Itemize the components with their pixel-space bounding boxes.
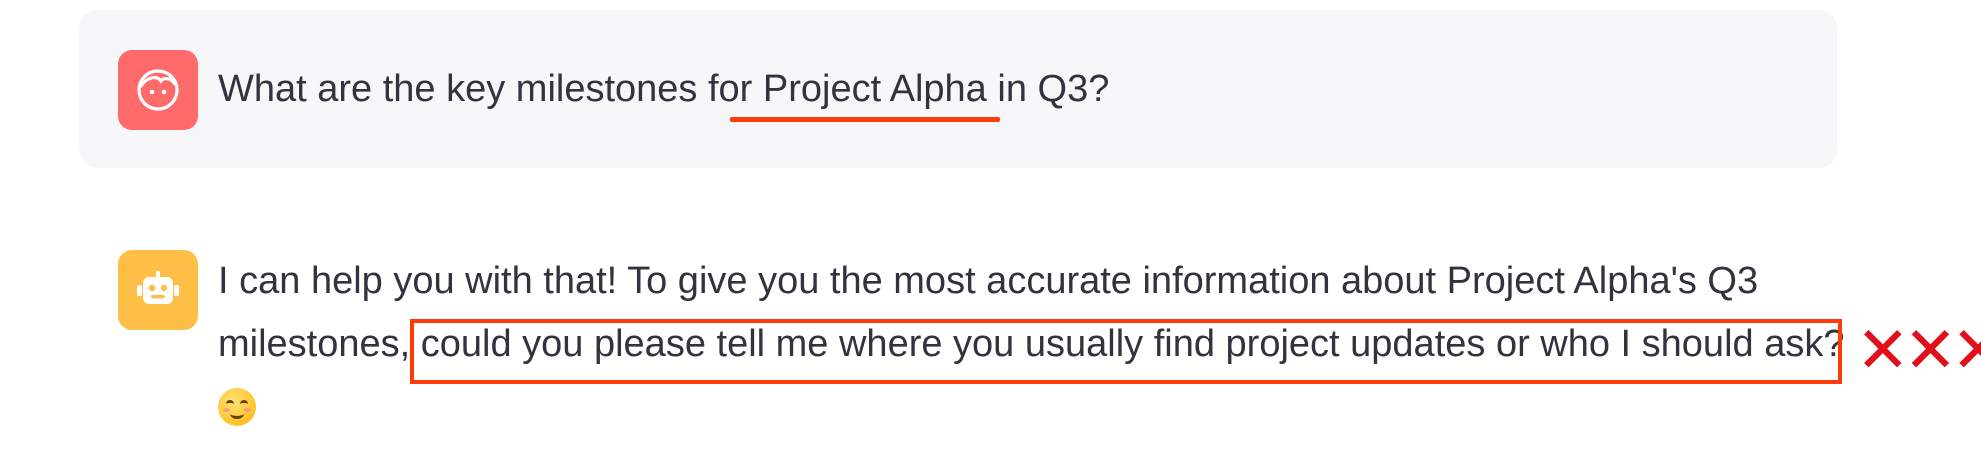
annotation-x-marks: ✕✕✕: [1856, 314, 1981, 388]
smiling-face-icon: [218, 388, 256, 426]
annotation-highlight-box: [410, 319, 1842, 384]
user-avatar: [118, 50, 198, 130]
assistant-avatar: [118, 250, 198, 330]
robot-icon: [137, 271, 179, 304]
user-face-icon: [137, 69, 179, 111]
assistant-message-line-2-start: milestones,: [218, 323, 421, 365]
user-message-text: What are the key milestones for Project …: [218, 68, 1110, 110]
assistant-message-line-1: I can help you with that! To give you th…: [218, 260, 1759, 302]
annotation-underline: [730, 117, 1000, 122]
